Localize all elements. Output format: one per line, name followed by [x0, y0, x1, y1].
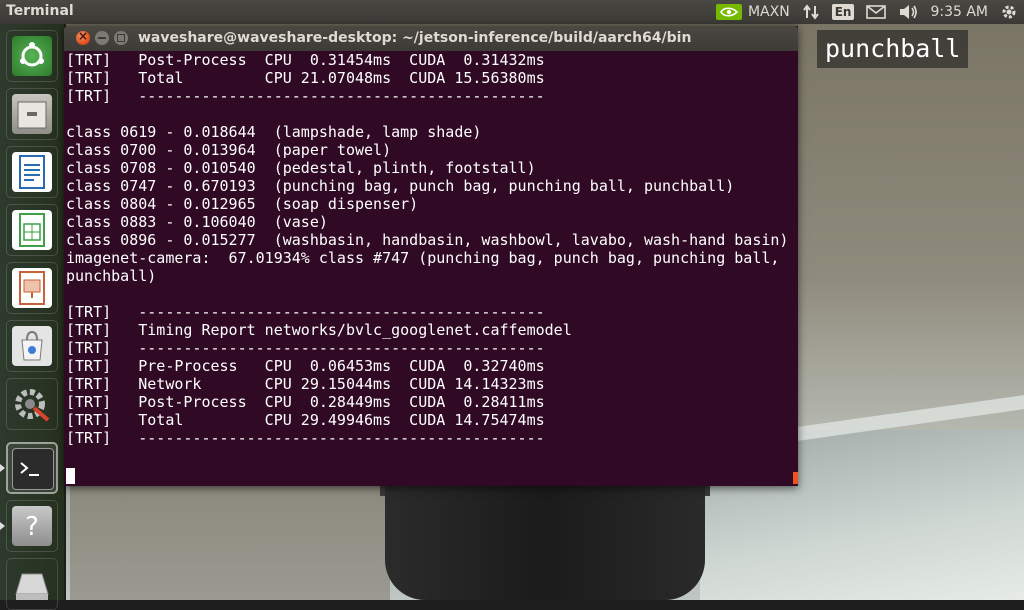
terminal-line: punchball) [66, 267, 157, 285]
launcher-ubuntu-dash[interactable] [6, 30, 58, 82]
running-indicator [0, 522, 5, 530]
terminal-line: class 0747 - 0.670193 (punching bag, pun… [66, 177, 735, 195]
terminal-line: [TRT] ----------------------------------… [66, 303, 545, 321]
launcher-terminal[interactable] [0, 442, 71, 494]
system-settings-icon [12, 384, 52, 424]
terminal-line: [TRT] ----------------------------------… [66, 339, 545, 357]
scrollbar-marker[interactable] [793, 472, 798, 484]
svg-text:?: ? [25, 512, 39, 542]
terminal-window-title: waveshare@waveshare-desktop: ~/jetson-in… [138, 30, 692, 46]
volume-icon[interactable] [898, 0, 918, 24]
background-left-area [70, 486, 390, 600]
power-mode-label: MAXN [747, 4, 790, 20]
terminal-icon [12, 448, 54, 490]
mail-icon[interactable] [866, 0, 887, 24]
libreoffice-impress-icon [12, 268, 52, 308]
terminal-line: [TRT] Pre-Process CPU 0.06453ms CUDA 0.3… [66, 357, 545, 375]
clock[interactable]: 9:35 AM [930, 0, 988, 24]
keyboard-layout-label: En [831, 4, 855, 20]
terminal-window[interactable]: × waveshare@waveshare-desktop: ~/jetson-… [64, 26, 798, 486]
libreoffice-writer-icon [12, 152, 52, 192]
terminal-line: imagenet-camera: 67.01934% class #747 (p… [66, 249, 780, 267]
keyboard-layout-indicator[interactable]: En [831, 0, 855, 24]
system-tray: MAXN En 9:35 AM [715, 0, 1018, 24]
minimize-icon [98, 37, 106, 39]
launcher-files[interactable] [6, 88, 58, 140]
launcher-libreoffice-impress[interactable] [6, 262, 58, 314]
maximize-icon [117, 34, 125, 42]
launcher-usb-drive[interactable] [6, 558, 58, 610]
terminal-titlebar[interactable]: × waveshare@waveshare-desktop: ~/jetson-… [64, 26, 798, 51]
libreoffice-calc-icon [12, 210, 52, 250]
terminal-line: [TRT] Post-Process CPU 0.31454ms CUDA 0.… [66, 51, 545, 69]
launcher-libreoffice-writer[interactable] [6, 146, 58, 198]
active-app-title: Terminal [6, 3, 74, 19]
maximize-window-button[interactable] [114, 31, 128, 45]
terminal-line: class 0804 - 0.012965 (soap dispenser) [66, 195, 419, 213]
usb-drive-icon [12, 564, 52, 604]
terminal-line: [TRT] Timing Report networks/bvlc_google… [66, 321, 572, 339]
close-window-button[interactable]: × [76, 29, 90, 45]
terminal-line: [TRT] Total CPU 29.49946ms CUDA 14.75474… [66, 411, 545, 429]
ubuntu-dash-icon [12, 36, 52, 76]
clock-time: 9:35 AM [930, 4, 988, 20]
top-panel: Terminal MAXN En 9:35 AM [0, 0, 1024, 24]
minimize-window-button[interactable] [95, 31, 109, 45]
launcher-libreoffice-calc[interactable] [6, 204, 58, 256]
terminal-line: [TRT] Total CPU 21.07048ms CUDA 15.56380… [66, 69, 545, 87]
software-center-icon [12, 326, 52, 366]
terminal-line: [TRT] Post-Process CPU 0.28449ms CUDA 0.… [66, 393, 545, 411]
terminal-cursor [66, 468, 75, 484]
nvidia-icon [715, 4, 742, 20]
classification-overlay-label: punchball [817, 30, 969, 68]
settings-gear-icon[interactable] [1000, 0, 1018, 24]
launcher-software-center[interactable] [6, 320, 58, 372]
close-icon: × [77, 29, 89, 43]
nvidia-power-mode[interactable]: MAXN [715, 0, 790, 24]
launcher-help[interactable]: ? [0, 500, 58, 552]
launcher-system-settings[interactable] [6, 378, 58, 430]
terminal-line: [TRT] ----------------------------------… [66, 429, 545, 447]
running-indicator [0, 464, 5, 472]
background-wall [798, 24, 1024, 444]
help-icon: ? [12, 506, 52, 546]
terminal-line: class 0700 - 0.013964 (paper towel) [66, 141, 392, 159]
unity-launcher: ? [0, 24, 71, 600]
terminal-line: [TRT] Network CPU 29.15044ms CUDA 14.143… [66, 375, 545, 393]
background-bin [385, 486, 705, 600]
terminal-output[interactable]: [TRT] Post-Process CPU 0.31454ms CUDA 0.… [66, 51, 796, 486]
terminal-line: class 0883 - 0.106040 (vase) [66, 213, 328, 231]
files-icon [12, 94, 52, 134]
terminal-line: [TRT] ----------------------------------… [66, 87, 545, 105]
terminal-line: class 0619 - 0.018644 (lampshade, lamp s… [66, 123, 482, 141]
terminal-line: class 0708 - 0.010540 (pedestal, plinth,… [66, 159, 536, 177]
terminal-line: class 0896 - 0.015277 (washbasin, handba… [66, 231, 789, 249]
network-arrows-icon[interactable] [802, 0, 820, 24]
